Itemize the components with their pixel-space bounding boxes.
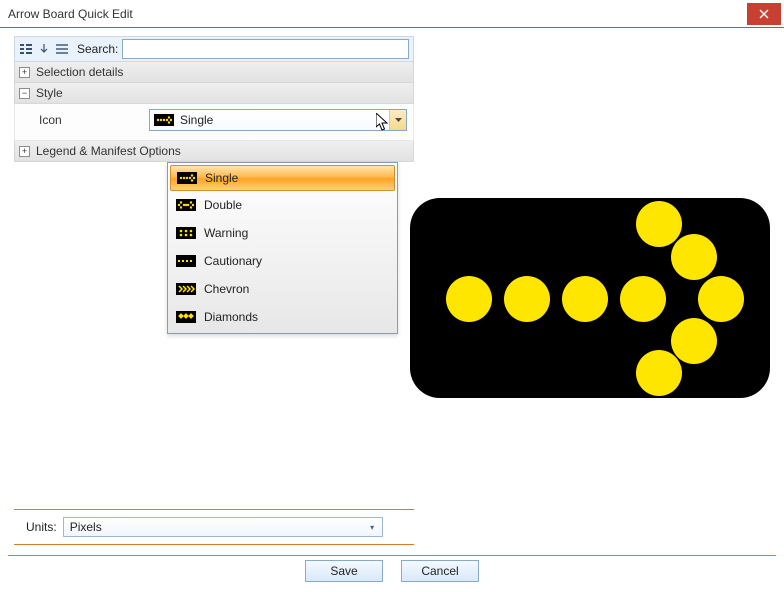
units-label: Units: <box>26 520 57 534</box>
single-icon <box>177 172 197 184</box>
dropdown-item-cautionary[interactable]: Cautionary <box>168 247 397 275</box>
units-row: Units: Pixels ▾ <box>14 509 414 545</box>
icon-combo[interactable]: Single <box>149 109 407 131</box>
lamp <box>698 276 744 322</box>
cancel-button[interactable]: Cancel <box>401 560 479 582</box>
collapse-icon: − <box>19 88 30 99</box>
icon-combo-value: Single <box>180 113 389 127</box>
section-label: Style <box>36 86 63 100</box>
double-icon <box>176 199 196 211</box>
section-label: Selection details <box>36 65 123 79</box>
icon-dropdown: Single Double <box>167 162 398 334</box>
search-input[interactable] <box>122 39 409 59</box>
units-value: Pixels <box>70 520 102 534</box>
footer-divider <box>8 555 776 556</box>
warning-icon <box>176 227 196 239</box>
panel-toolbar: Search: <box>14 36 414 62</box>
diamonds-icon <box>176 311 196 323</box>
chevron-icon <box>176 283 196 295</box>
save-button[interactable]: Save <box>305 560 383 582</box>
units-select[interactable]: Pixels ▾ <box>63 517 383 537</box>
dropdown-item-warning[interactable]: Warning <box>168 219 397 247</box>
close-icon <box>759 9 769 19</box>
dropdown-item-label: Warning <box>204 226 248 240</box>
lamp <box>446 276 492 322</box>
lamp <box>636 201 682 247</box>
lamp <box>671 318 717 364</box>
search-label: Search: <box>77 42 118 56</box>
icon-label: Icon <box>39 113 149 127</box>
lamp <box>562 276 608 322</box>
dropdown-item-chevron[interactable]: Chevron <box>168 275 397 303</box>
titlebar: Arrow Board Quick Edit <box>0 0 784 28</box>
cautionary-icon <box>176 255 196 267</box>
lamp <box>671 234 717 280</box>
categorize-icon[interactable] <box>19 42 33 56</box>
section-legend[interactable]: + Legend & Manifest Options <box>14 141 414 162</box>
button-row: Save Cancel <box>0 560 784 586</box>
style-section-body: Icon Single <box>14 104 414 141</box>
list-icon[interactable] <box>55 42 69 56</box>
lamp <box>636 350 682 396</box>
expand-icon: + <box>19 146 30 157</box>
section-label: Legend & Manifest Options <box>36 144 181 158</box>
chevron-down-icon <box>389 110 406 130</box>
dropdown-item-label: Cautionary <box>204 254 262 268</box>
window-title: Arrow Board Quick Edit <box>8 7 784 21</box>
dropdown-item-label: Single <box>205 171 238 185</box>
window-close-button[interactable] <box>747 3 781 25</box>
icon-property-row: Icon Single <box>39 108 407 132</box>
arrow-board-preview <box>410 198 770 398</box>
dropdown-item-diamonds[interactable]: Diamonds <box>168 303 397 331</box>
dropdown-item-double[interactable]: Double <box>168 191 397 219</box>
quick-edit-window: Arrow Board Quick Edit <box>0 0 784 592</box>
dropdown-item-label: Double <box>204 198 242 212</box>
expand-icon: + <box>19 67 30 78</box>
dropdown-item-label: Diamonds <box>204 310 258 324</box>
section-style[interactable]: − Style <box>14 83 414 104</box>
lamp <box>620 276 666 322</box>
property-panel: Search: + Selection details − Style Icon <box>14 36 414 162</box>
chevron-down-icon: ▾ <box>365 520 380 535</box>
dropdown-item-single[interactable]: Single <box>170 165 395 191</box>
lamp <box>504 276 550 322</box>
sort-icon[interactable] <box>37 42 51 56</box>
single-icon <box>154 114 174 126</box>
section-selection-details[interactable]: + Selection details <box>14 62 414 83</box>
dropdown-item-label: Chevron <box>204 282 249 296</box>
body-area: Search: + Selection details − Style Icon <box>0 28 784 592</box>
